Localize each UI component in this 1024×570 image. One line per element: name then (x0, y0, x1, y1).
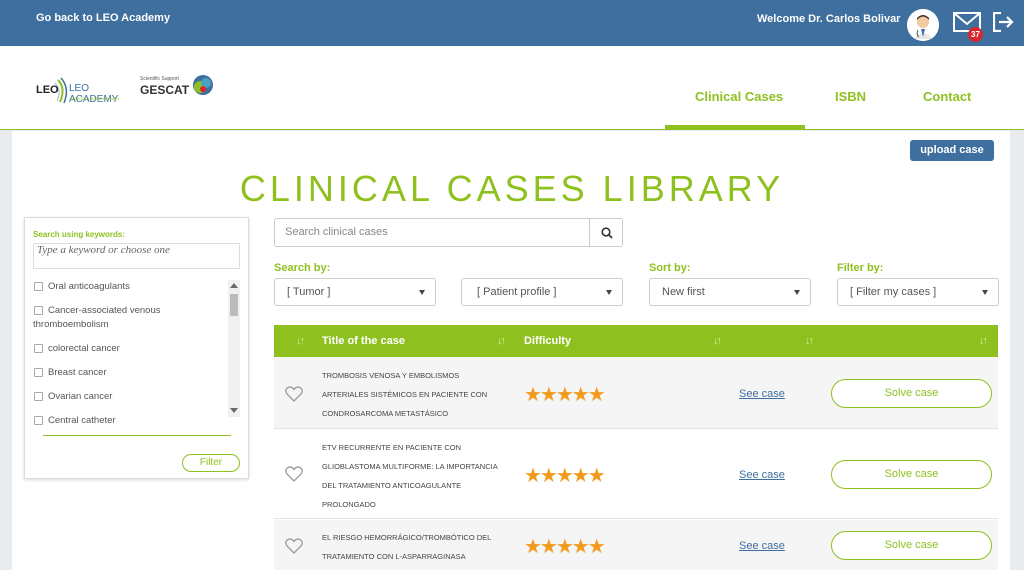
leo-text: LEO (36, 84, 59, 96)
welcome-text: Welcome Dr. Carlos Bolivar (757, 13, 901, 25)
patient-profile-select[interactable]: [ Patient profile ] (461, 278, 623, 306)
chevron-down-icon (982, 290, 988, 295)
header-title[interactable]: Title of the case (322, 335, 405, 347)
nav-active-indicator (665, 125, 805, 130)
keyword-item[interactable]: Breast cancer (33, 366, 241, 380)
divider (43, 435, 231, 436)
solve-case-button[interactable]: Solve case (831, 460, 992, 489)
sort-icon[interactable]: ↓↑ (713, 335, 722, 347)
solve-case-button[interactable]: Solve case (831, 379, 992, 408)
see-case-link[interactable]: See case (739, 469, 785, 481)
checkbox[interactable] (34, 368, 43, 377)
nav-isbn[interactable]: ISBN (835, 89, 866, 104)
table-header: ↓↑ Title of the case ↓↑ Difficulty ↓↑ ↓↑… (274, 325, 998, 357)
gescat-logo[interactable]: Scientific Support GESCAT (140, 74, 220, 104)
difficulty-stars: ★★★★★ (524, 384, 606, 406)
keyword-list: Oral anticoagulants Cancer-associated ve… (33, 280, 241, 426)
leo-subtitle: CLINICAL CASES LIBRARY (69, 96, 120, 101)
checkbox[interactable] (34, 344, 43, 353)
keyword-item[interactable]: Oral anticoagulants (33, 280, 241, 294)
header-difficulty[interactable]: Difficulty (524, 335, 571, 347)
case-title: EL RIESGO HEMORRÁGICO/TROMBÓTICO DEL TRA… (322, 533, 492, 561)
table-row: ETV RECURRENTE EN PACIENTE CON GLIOBLAST… (274, 430, 998, 519)
solve-case-button[interactable]: Solve case (831, 531, 992, 560)
sort-icon[interactable]: ↓↑ (805, 335, 814, 347)
gescat-text: GESCAT (140, 83, 190, 97)
see-case-link[interactable]: See case (739, 388, 785, 400)
see-case-link[interactable]: See case (739, 540, 785, 552)
scroll-down-icon[interactable] (230, 408, 238, 413)
checkbox[interactable] (34, 306, 43, 315)
checkbox[interactable] (34, 392, 43, 401)
sort-icon[interactable]: ↓↑ (296, 335, 305, 347)
table-row: EL RIESGO HEMORRÁGICO/TROMBÓTICO DEL TRA… (274, 520, 998, 570)
case-title: TROMBOSIS VENOSA Y EMBOLISMOS ARTERIALES… (322, 371, 488, 418)
filter-my-cases-select[interactable]: [ Filter my cases ] (837, 278, 999, 306)
keyword-item[interactable]: colorectal cancer (33, 342, 241, 356)
heart-icon[interactable] (285, 538, 303, 554)
nav-contact[interactable]: Contact (923, 89, 971, 104)
checkbox[interactable] (34, 416, 43, 425)
top-bar: Go back to LEO Academy Welcome Dr. Carlo… (0, 0, 1024, 46)
heart-icon[interactable] (285, 466, 303, 482)
keyword-input[interactable]: Type a keyword or choose one (33, 243, 240, 269)
search-icon (601, 227, 613, 239)
avatar-icon[interactable] (907, 9, 939, 41)
mail-count-badge: 37 (968, 27, 983, 42)
keyword-item[interactable]: Ovarian cancer (33, 390, 241, 404)
scrollbar-thumb[interactable] (230, 294, 238, 316)
nav-bar: LEO LEO ACADEMY CLINICAL CASES LIBRARY S… (0, 46, 1024, 130)
checkbox[interactable] (34, 282, 43, 291)
keyword-sidebar: Search using keywords: Type a keyword or… (24, 217, 249, 479)
difficulty-stars: ★★★★★ (524, 465, 606, 487)
sort-by-label: Sort by: (649, 262, 691, 274)
filter-button[interactable]: Filter (182, 454, 240, 472)
scroll-up-icon[interactable] (230, 283, 238, 288)
upload-case-button[interactable]: upload case (910, 140, 994, 161)
keyword-item[interactable]: Central catheter (33, 414, 241, 428)
tumor-select[interactable]: [ Tumor ] (274, 278, 436, 306)
keyword-label: Search using keywords: (33, 230, 126, 239)
search-input[interactable]: Search clinical cases (274, 218, 590, 247)
back-link[interactable]: Go back to LEO Academy (36, 12, 170, 24)
chevron-down-icon (794, 290, 800, 295)
logout-icon[interactable] (992, 11, 1015, 33)
sort-select[interactable]: New first (649, 278, 811, 306)
filter-by-label: Filter by: (837, 262, 884, 274)
keyword-scrollbar[interactable] (228, 280, 240, 417)
difficulty-stars: ★★★★★ (524, 536, 606, 558)
academy-text: LEO ACADEMY (69, 83, 119, 105)
gescat-support: Scientific Support (140, 76, 179, 82)
search-by-label: Search by: (274, 262, 331, 274)
page-title: CLINICAL CASES LIBRARY (239, 168, 785, 209)
case-title: ETV RECURRENTE EN PACIENTE CON GLIOBLAST… (322, 443, 498, 509)
chevron-down-icon (606, 290, 612, 295)
keyword-item[interactable]: Cancer-associated venous thromboembolism (33, 304, 223, 332)
heart-icon[interactable] (285, 386, 303, 402)
nav-clinical-cases[interactable]: Clinical Cases (695, 89, 783, 104)
table-row: TROMBOSIS VENOSA Y EMBOLISMOS ARTERIALES… (274, 357, 998, 429)
sort-icon[interactable]: ↓↑ (979, 335, 988, 347)
leo-academy-logo[interactable]: LEO LEO ACADEMY CLINICAL CASES LIBRARY (36, 76, 128, 106)
sort-icon[interactable]: ↓↑ (497, 335, 506, 347)
chevron-down-icon (419, 290, 425, 295)
search-button[interactable] (589, 218, 623, 247)
